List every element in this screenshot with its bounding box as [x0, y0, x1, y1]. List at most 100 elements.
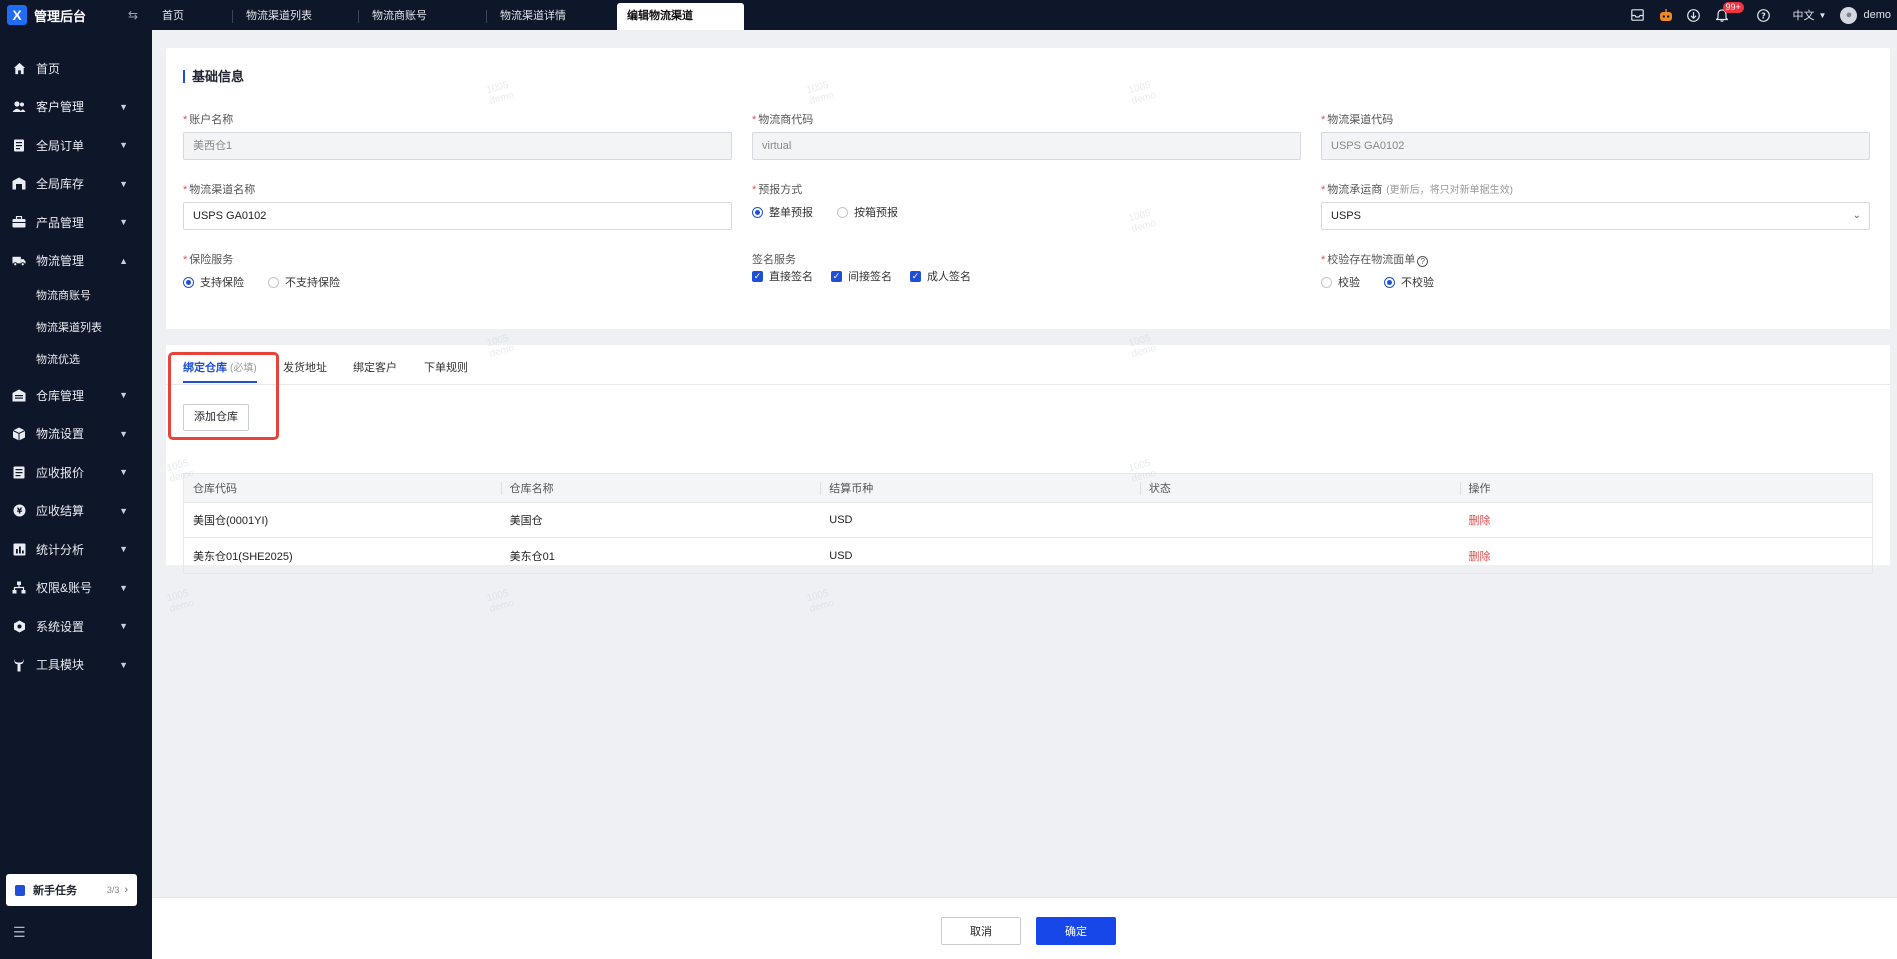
sidebar-item-orders[interactable]: 全局订单 ▼: [0, 126, 152, 165]
insurance-field: * 保险服务 支持保险 不支持保险: [183, 251, 732, 290]
sidebar-item-customers[interactable]: 客户管理 ▼: [0, 88, 152, 127]
tab-edit-channel[interactable]: 编辑物流渠道: [617, 3, 744, 30]
user-menu[interactable]: ● demo: [1840, 6, 1891, 24]
chevron-down-icon: ▼: [119, 428, 128, 439]
carrier-select[interactable]: USPS ⌄: [1321, 202, 1870, 230]
robot-icon[interactable]: [1659, 8, 1673, 22]
sidebar-item-label: 物流设置: [36, 427, 85, 442]
checkbox-indirect-signature[interactable]: ✓ 间接签名: [831, 268, 892, 284]
tab-bind-customer[interactable]: 绑定客户: [353, 359, 397, 375]
chevron-down-icon: ▼: [119, 659, 128, 670]
radio-whole-order-forecast[interactable]: 整单预报: [752, 204, 813, 220]
radio-checked[interactable]: [752, 206, 763, 218]
confirm-button[interactable]: 确定: [1036, 917, 1116, 945]
sidebar-item-receivable-quotes[interactable]: 应收报价 ▼: [0, 453, 152, 492]
radio-support-insurance[interactable]: 支持保险: [183, 274, 244, 290]
channel-code-field: * 物流渠道代码 USPS GA0102: [1321, 111, 1870, 160]
inbox-icon[interactable]: [1631, 8, 1645, 22]
channel-name-input[interactable]: USPS GA0102: [183, 202, 732, 230]
question-icon[interactable]: ?: [1417, 256, 1429, 267]
sidebar-item-receivable-settlement[interactable]: ¥ 应收结算 ▼: [0, 492, 152, 531]
newbie-task-card[interactable]: 新手任务 3/3 ›: [6, 874, 137, 906]
sidebar-item-label: 权限&账号: [36, 581, 93, 596]
cell-warehouse-name: 美国仓: [509, 515, 543, 527]
sidebar-item-home[interactable]: 首页: [0, 49, 152, 88]
radio-verify[interactable]: 校验: [1321, 274, 1360, 290]
signature-field: 签名服务 ✓ 直接签名 ✓ 间接签名 ✓ 成人签名: [752, 251, 1301, 284]
field-label: * 预报方式: [752, 184, 803, 196]
verify-label-field: * 校验存在物流面单? 校验 不校验: [1321, 251, 1870, 290]
chevron-down-icon: ▼: [119, 217, 128, 228]
chevron-right-icon: ›: [124, 884, 128, 896]
column-header: 状态: [1139, 474, 1460, 502]
check-icon[interactable]: ✓: [910, 270, 921, 282]
carrier-select-field: * 物流承运商 (更新后，将只对新单据生效) USPS ⌄: [1321, 181, 1870, 230]
radio-unchecked[interactable]: [837, 206, 848, 218]
tab-order-rules[interactable]: 下单规则: [424, 359, 468, 375]
cell-currency: USD: [829, 514, 853, 526]
box-settings-icon: [12, 427, 26, 441]
sidebar-subitem-logistics-optimize[interactable]: 物流优选: [0, 344, 152, 376]
check-icon[interactable]: ✓: [752, 270, 763, 282]
sidebar-item-label: 仓库管理: [36, 388, 85, 403]
menu-fold-icon[interactable]: ☰: [13, 924, 26, 941]
main-content: 基础信息 * 账户名称 美西仓1 * 物流商代码 virtual * 物流渠道代码 U…: [152, 30, 1897, 959]
sidebar-item-permissions[interactable]: 权限&账号 ▼: [0, 569, 152, 608]
tab-home[interactable]: 首页: [152, 3, 234, 30]
radio-no-verify[interactable]: 不校验: [1384, 274, 1434, 290]
app-logo: X: [7, 5, 27, 25]
radio-per-box-forecast[interactable]: 按箱预报: [837, 204, 898, 220]
tab-shipping-address[interactable]: 发货地址: [283, 359, 327, 375]
check-icon[interactable]: ✓: [831, 270, 842, 282]
chevron-down-icon: ▼: [119, 140, 128, 151]
svg-text:¥: ¥: [16, 507, 22, 516]
cell-warehouse-code: 美国仓(0001YI): [193, 515, 269, 527]
table-header: 仓库代码 仓库名称 结算币种 状态 操作: [184, 474, 1872, 503]
sidebar-item-products[interactable]: 产品管理 ▼: [0, 203, 152, 242]
tab-channel-detail[interactable]: 物流渠道详情: [490, 3, 592, 30]
sidebar-subitem-carrier-accounts[interactable]: 物流商账号: [0, 280, 152, 312]
delete-link[interactable]: 删除: [1469, 512, 1491, 528]
sidebar-item-inventory[interactable]: 全局库存 ▼: [0, 165, 152, 204]
radio-no-insurance[interactable]: 不支持保险: [268, 274, 340, 290]
sidebar-item-logistics[interactable]: 物流管理 ▲: [0, 242, 152, 281]
radio-unchecked[interactable]: [1321, 276, 1332, 288]
tab-channel-list[interactable]: 物流渠道列表: [236, 3, 338, 30]
checkbox-adult-signature[interactable]: ✓ 成人签名: [910, 268, 971, 284]
delete-link[interactable]: 删除: [1469, 548, 1491, 564]
brand: X 管理后台 ⇆: [0, 0, 152, 30]
notification-badge: 99+: [1722, 2, 1744, 13]
tab-bind-warehouse[interactable]: 绑定仓库 (必填): [183, 359, 257, 383]
watermark: 1005 demo: [165, 587, 196, 615]
home-icon: [12, 61, 26, 75]
sidebar: X 管理后台 ⇆ 首页 客户管理 ▼ 全局订单 ▼ 全局库存 ▼ 产品管理 ▼: [0, 0, 152, 959]
tab-separator: [486, 10, 487, 23]
sidebar-subitem-channel-list[interactable]: 物流渠道列表: [0, 312, 152, 344]
username: demo: [1863, 9, 1891, 21]
sidebar-item-system-settings[interactable]: 系统设置 ▼: [0, 607, 152, 646]
bell-icon[interactable]: 99+: [1715, 2, 1744, 22]
radio-unchecked[interactable]: [268, 276, 279, 288]
tab-carrier-accounts[interactable]: 物流商账号: [362, 3, 464, 30]
add-warehouse-button[interactable]: 添加仓库: [183, 404, 249, 431]
field-label: * 保险服务: [183, 254, 234, 266]
task-count: 3/3: [106, 885, 120, 895]
coin-icon: ¥: [12, 504, 26, 518]
sidebar-item-statistics[interactable]: 统计分析 ▼: [0, 530, 152, 569]
sidebar-item-tools[interactable]: 工具模块 ▼: [0, 646, 152, 685]
warehouse-icon: [12, 177, 26, 191]
checkbox-direct-signature[interactable]: ✓ 直接签名: [752, 268, 813, 284]
chevron-down-icon: ▼: [119, 467, 128, 478]
radio-checked[interactable]: [1384, 276, 1395, 288]
radio-checked[interactable]: [183, 276, 194, 288]
sidebar-item-warehouses[interactable]: 仓库管理 ▼: [0, 376, 152, 415]
language-switch[interactable]: 中文 ▼: [1793, 7, 1827, 23]
help-icon[interactable]: ?: [1757, 8, 1771, 22]
tab-separator: [232, 10, 233, 23]
cancel-button[interactable]: 取消: [941, 917, 1021, 945]
top-right-tools: 99+ ? 中文 ▼ ● demo: [1631, 0, 1897, 30]
download-icon[interactable]: [1687, 8, 1701, 22]
channel-code-input: USPS GA0102: [1321, 132, 1870, 160]
sidebar-item-logistics-settings[interactable]: 物流设置 ▼: [0, 415, 152, 454]
collapse-toggle-icon[interactable]: ⇆: [128, 8, 138, 22]
